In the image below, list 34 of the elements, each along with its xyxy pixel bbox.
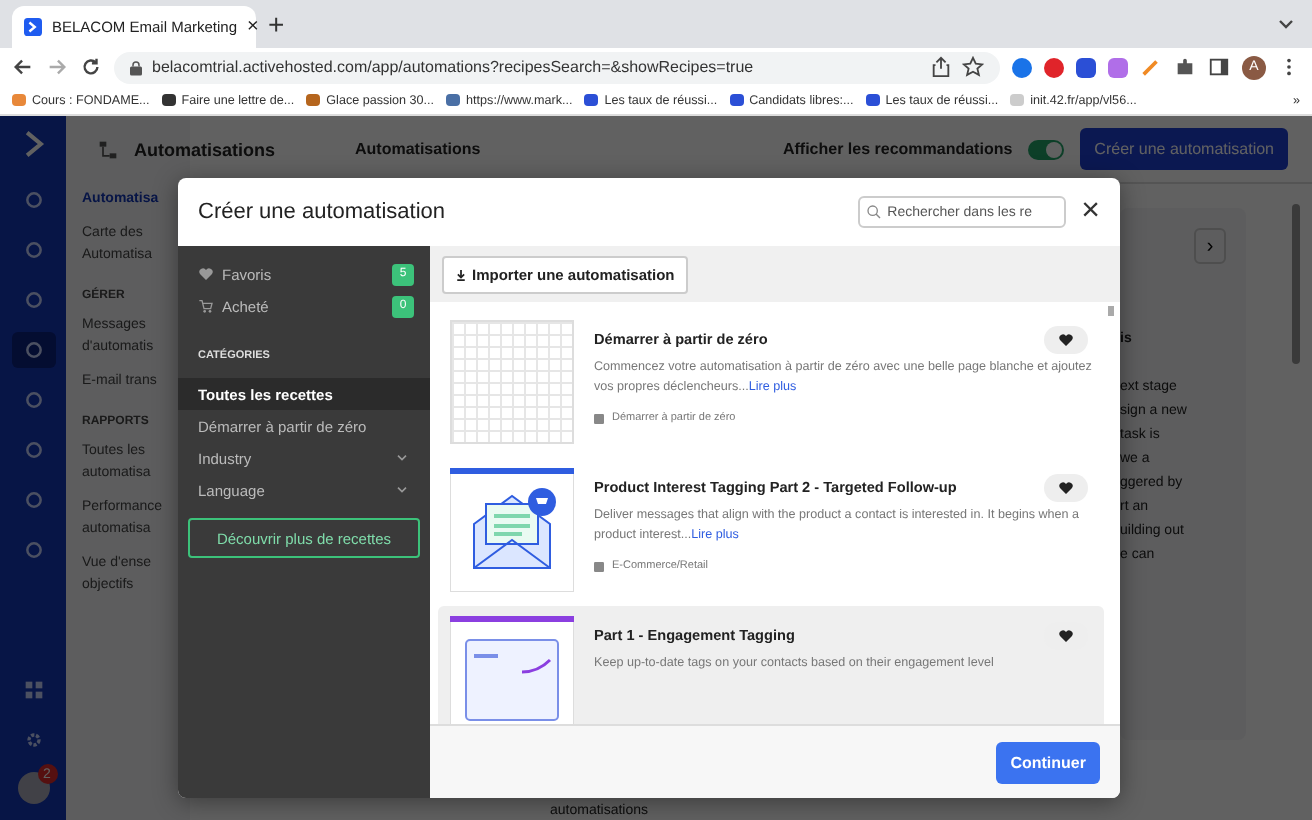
address-bar[interactable]: belacomtrial.activehosted.com/app/automations?recipesSearch=&showRecipes=true — [114, 51, 1000, 83]
heart-icon — [198, 266, 214, 282]
share-icon[interactable] — [930, 56, 952, 78]
sidebar-icon[interactable] — [1208, 56, 1230, 78]
heart-icon — [1058, 628, 1074, 644]
new-tab-button[interactable]: + — [268, 8, 285, 40]
cart-icon — [198, 298, 214, 314]
star-icon[interactable] — [962, 56, 984, 78]
favorite-button[interactable] — [1044, 474, 1088, 502]
recommendations-toggle[interactable] — [1028, 139, 1065, 159]
close-tab-button[interactable]: × — [247, 16, 259, 38]
url-text: belacomtrial.activehosted.com/app/automations?recipesSearch=&showRecipes=true — [152, 58, 754, 76]
continue-button[interactable]: Continuer — [996, 741, 1100, 783]
scrollbar[interactable] — [1292, 204, 1300, 364]
envelope-cart-thumbnail — [450, 468, 574, 592]
toggle-label: Afficher les recommandations — [782, 140, 1013, 158]
lock-icon — [130, 59, 142, 75]
back-icon[interactable] — [12, 56, 34, 78]
app-logo-icon — [24, 18, 42, 36]
chevron-down-icon[interactable] — [1276, 14, 1296, 34]
tag-icon — [594, 413, 604, 423]
forward-icon[interactable] — [46, 56, 68, 78]
heart-icon — [1058, 480, 1074, 496]
tag-icon — [594, 561, 604, 571]
page-title: Automatisations — [134, 139, 276, 159]
reload-icon[interactable] — [80, 56, 102, 78]
pen-icon[interactable] — [1140, 56, 1162, 78]
scrollbar[interactable] — [1108, 306, 1114, 316]
heart-icon — [1058, 332, 1074, 348]
favorite-button[interactable] — [1044, 326, 1088, 354]
close-button[interactable]: × — [1081, 194, 1100, 230]
dialog-title: Créer une automatisation — [198, 200, 446, 224]
blank-grid-thumbnail — [450, 320, 574, 444]
download-icon — [456, 267, 466, 281]
